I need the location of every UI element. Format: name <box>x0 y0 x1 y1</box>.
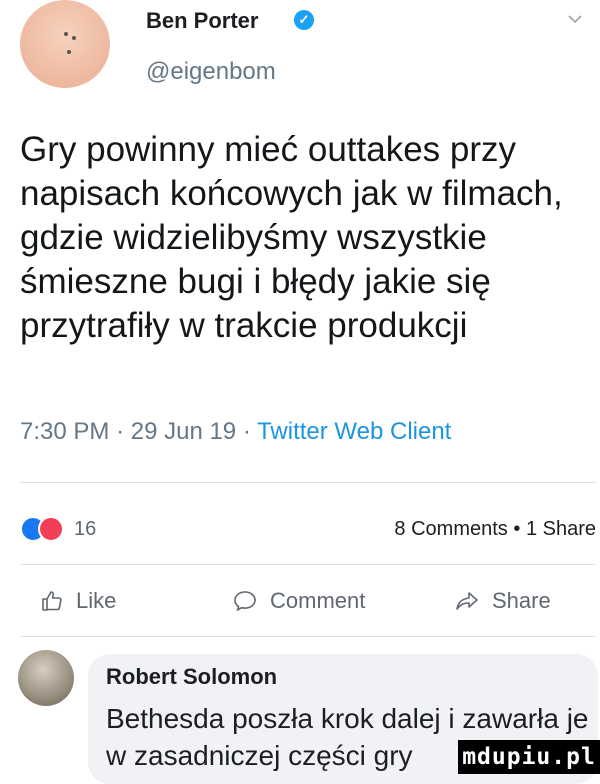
commenter-avatar[interactable] <box>18 650 74 706</box>
chevron-down-icon[interactable] <box>566 10 584 28</box>
tweet-text: Gry powinny mieć outtakes przy napisach … <box>20 130 563 345</box>
tweet-time: 7:30 PM <box>20 418 110 445</box>
divider <box>20 564 596 565</box>
post-counts: 8 Comments • 1 Share <box>394 518 596 540</box>
author-avatar[interactable] <box>20 0 110 88</box>
comment-icon <box>234 591 256 611</box>
watermark-logo: mdupiu.pl <box>458 740 600 774</box>
share-button[interactable]: Share <box>454 588 551 614</box>
thumbs-up-icon <box>42 591 62 611</box>
verified-badge-icon: ✓ <box>294 10 314 30</box>
author-handle[interactable]: @eigenbom <box>146 58 276 86</box>
tweet-meta: 7:30 PM · 29 Jun 19 · Twitter Web Client <box>20 418 452 445</box>
reaction-count: 16 <box>74 517 97 540</box>
tweet-client-link[interactable]: Twitter Web Client <box>257 418 451 445</box>
like-label: Like <box>76 588 117 613</box>
avatar-mouth <box>67 50 71 54</box>
avatar-eye <box>64 32 68 36</box>
shares-count-link[interactable]: 1 Share <box>526 518 596 540</box>
comment-label: Comment <box>270 588 366 613</box>
tweet-date: 29 Jun 19 <box>130 418 237 445</box>
commenter-name[interactable]: Robert Solomon <box>106 664 277 690</box>
comments-count-link[interactable]: 8 Comments <box>394 518 507 540</box>
author-name[interactable]: Ben Porter <box>146 8 258 34</box>
share-label: Share <box>492 588 551 613</box>
divider <box>20 482 596 483</box>
reactions-summary[interactable]: 16 <box>20 514 96 544</box>
like-button[interactable]: Like <box>40 588 116 614</box>
comment-button[interactable]: Comment <box>232 588 365 614</box>
love-reaction-icon <box>38 516 64 542</box>
divider <box>20 636 596 637</box>
share-arrow-icon <box>456 592 478 610</box>
avatar-eye <box>72 36 76 40</box>
